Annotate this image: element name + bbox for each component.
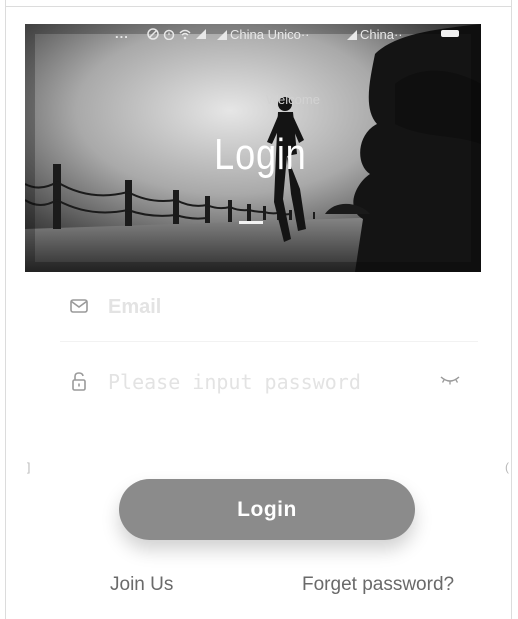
password-input[interactable] bbox=[106, 362, 430, 402]
no-disturb-icon bbox=[147, 28, 159, 40]
side-mark-left: ] bbox=[27, 460, 31, 474]
carrier-1-label: China Unico·· bbox=[230, 27, 310, 42]
welcome-text: Welcome bbox=[266, 92, 320, 107]
hero-banner: ... China Unico·· China·· Welcome Login bbox=[25, 24, 481, 272]
frame-border-right bbox=[511, 0, 512, 619]
status-dots: ... bbox=[115, 26, 129, 41]
status-icons bbox=[147, 28, 207, 41]
carrier-2-label: China·· bbox=[360, 27, 403, 42]
eye-closed-icon[interactable] bbox=[438, 372, 462, 388]
page-title: Login bbox=[214, 130, 307, 179]
email-field-row bbox=[68, 287, 478, 327]
password-field-row bbox=[68, 362, 478, 402]
envelope-icon bbox=[68, 295, 90, 317]
frame-border-left bbox=[5, 0, 6, 619]
carrier-2: China·· bbox=[347, 27, 403, 42]
status-bar: ... China Unico·· China·· bbox=[25, 24, 481, 46]
field-divider bbox=[60, 341, 478, 342]
title-underline bbox=[239, 221, 263, 224]
carrier-1: China Unico·· bbox=[217, 27, 309, 42]
alarm-icon bbox=[163, 28, 175, 41]
email-input[interactable] bbox=[106, 287, 430, 327]
forget-password-link[interactable]: Forget password? bbox=[302, 574, 454, 596]
battery-icon bbox=[441, 30, 459, 37]
lock-icon bbox=[68, 370, 90, 392]
side-mark-right: ( bbox=[505, 460, 509, 474]
signal-icon bbox=[217, 30, 227, 40]
app-screen: ... China Unico·· China·· Welcome Login … bbox=[0, 0, 518, 619]
login-button[interactable]: Login bbox=[119, 479, 415, 540]
wifi-icon bbox=[179, 28, 191, 40]
join-us-link[interactable]: Join Us bbox=[110, 574, 173, 596]
signal-icon bbox=[195, 28, 207, 40]
signal-icon bbox=[347, 30, 357, 40]
frame-border-top bbox=[5, 6, 512, 7]
